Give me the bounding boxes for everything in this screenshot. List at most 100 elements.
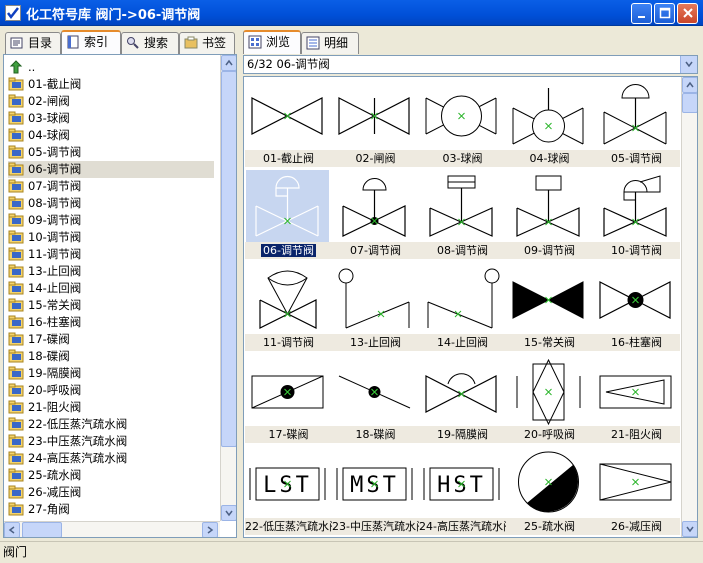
symbol-thumbnail[interactable]: 14-止回阀	[419, 262, 506, 352]
symbol-thumbnail[interactable]: 07-调节阀	[332, 170, 419, 260]
symbol-preview	[246, 354, 329, 426]
tab-search[interactable]: 搜索	[121, 32, 179, 54]
symbol-preview	[246, 78, 329, 150]
tree-item[interactable]: 21-阻火阀	[8, 399, 81, 416]
tree-item[interactable]: 20-呼吸阀	[8, 382, 81, 399]
tree-item[interactable]: 04-球阀	[8, 127, 70, 144]
tree-item-label: 15-常关阀	[28, 298, 82, 312]
symbol-thumbnail[interactable]: 21-阻火阀	[593, 354, 680, 444]
tab-index[interactable]: 索引	[61, 30, 121, 54]
tree-item[interactable]: 18-碟阀	[8, 348, 70, 365]
symbol-thumbnail[interactable]: 06-调节阀	[245, 170, 332, 260]
folder-doc-icon	[8, 451, 24, 465]
symbol-thumbnail[interactable]: MST 23-中压蒸汽疏水阀	[332, 446, 419, 536]
tree-item-parent[interactable]: ..	[8, 59, 35, 76]
search-icon	[127, 37, 139, 49]
symbol-select[interactable]: 6/32 06-调节阀	[243, 55, 698, 74]
symbol-thumbnail[interactable]: LST 22-低压蒸汽疏水阀	[245, 446, 332, 536]
tab-details[interactable]: 明细	[301, 32, 359, 54]
tree-item[interactable]: 17-碟阀	[8, 331, 70, 348]
scroll-up-button[interactable]	[221, 55, 236, 71]
symbol-preview	[420, 262, 503, 334]
symbol-thumbnail[interactable]: HST 24-高压蒸汽疏水阀	[419, 446, 506, 536]
tab-browse[interactable]: 浏览	[243, 30, 301, 54]
tree-item[interactable]: 24-高压蒸汽疏水阀	[8, 450, 127, 467]
grid-scroll-up-button[interactable]	[682, 77, 697, 93]
symbol-thumbnail[interactable]: 04-球阀	[506, 78, 593, 168]
tree-item[interactable]: 23-中压蒸汽疏水阀	[8, 433, 127, 450]
tab-contents[interactable]: 目录	[5, 32, 61, 54]
index-icon	[67, 35, 79, 49]
tree-item-label: 09-调节阀	[28, 213, 82, 227]
tree-item[interactable]: 07-调节阀	[8, 178, 81, 195]
tree-item[interactable]: 03-球阀	[8, 110, 70, 127]
symbol-thumbnail[interactable]: 20-呼吸阀	[506, 354, 593, 444]
symbol-text-mid: MST	[350, 473, 399, 498]
tree-item[interactable]: 26-减压阀	[8, 484, 81, 501]
scroll-left-button[interactable]	[4, 522, 20, 537]
index-tree[interactable]: .. 01-截止阀 02-闸阀 03-球阀 04-球阀 05-调节阀 06-调节阀 07-调节…	[3, 54, 237, 538]
chevron-down-icon[interactable]	[680, 56, 697, 73]
symbol-thumbnail[interactable]: 25-疏水阀	[506, 446, 593, 536]
close-button[interactable]	[677, 3, 698, 24]
symbol-thumbnail[interactable]: 15-常关阀	[506, 262, 593, 352]
tree-item[interactable]: 10-调节阀	[8, 229, 81, 246]
tree-item[interactable]: 27-角阀	[8, 501, 70, 518]
tab-bookmarks[interactable]: 书签	[179, 32, 235, 54]
tree-item[interactable]: 22-低压蒸汽疏水阀	[8, 416, 127, 433]
symbol-thumbnail[interactable]: 01-截止阀	[245, 78, 332, 168]
tree-item[interactable]: 16-柱塞阀	[8, 314, 81, 331]
symbol-thumbnail[interactable]: 26-减压阀	[593, 446, 680, 536]
tree-item[interactable]: 13-止回阀	[8, 263, 81, 280]
right-tabs: 浏览 明细	[241, 30, 700, 54]
symbol-caption: 08-调节阀	[419, 242, 506, 259]
tree-item-label: 24-高压蒸汽疏水阀	[28, 451, 128, 465]
scroll-down-button[interactable]	[221, 505, 236, 521]
symbol-preview	[594, 78, 677, 150]
tree-vertical-scrollbar[interactable]	[220, 55, 236, 521]
tree-item[interactable]: 05-调节阀	[8, 144, 81, 161]
tree-item[interactable]: 02-闸阀	[8, 93, 70, 110]
tree-item[interactable]: 25-疏水阀	[8, 467, 81, 484]
tree-horizontal-scrollbar[interactable]	[4, 521, 220, 537]
symbol-caption: 16-柱塞阀	[593, 334, 680, 351]
scroll-right-button[interactable]	[202, 522, 218, 537]
symbol-grid[interactable]: 01-截止阀 02-闸阀 03-球阀 04-球阀 05-调节阀 06-调节阀 07-调节阀 0…	[243, 76, 698, 538]
tree-item[interactable]: 08-调节阀	[8, 195, 81, 212]
minimize-button[interactable]	[631, 3, 652, 24]
grid-vertical-scrollbar[interactable]	[681, 77, 697, 537]
symbol-thumbnail[interactable]: 19-隔膜阀	[419, 354, 506, 444]
bookmark-icon	[184, 36, 198, 49]
symbol-thumbnail[interactable]: 09-调节阀	[506, 170, 593, 260]
scroll-thumb[interactable]	[221, 71, 236, 447]
maximize-button[interactable]	[654, 3, 675, 24]
folder-doc-icon	[8, 366, 24, 380]
folder-doc-icon	[8, 298, 24, 312]
symbol-thumbnail[interactable]: 18-碟阀	[332, 354, 419, 444]
symbol-thumbnail[interactable]: 08-调节阀	[419, 170, 506, 260]
grid-scroll-down-button[interactable]	[682, 521, 697, 537]
tree-item[interactable]: 14-止回阀	[8, 280, 81, 297]
symbol-thumbnail[interactable]: 05-调节阀	[593, 78, 680, 168]
tree-item[interactable]: 01-截止阀	[8, 76, 81, 93]
symbol-thumbnail[interactable]: 16-柱塞阀	[593, 262, 680, 352]
symbol-thumbnail[interactable]: 17-碟阀	[245, 354, 332, 444]
symbol-caption-label: 11-调节阀	[263, 336, 314, 349]
folder-doc-icon	[8, 247, 24, 261]
symbol-thumbnail[interactable]: 10-调节阀	[593, 170, 680, 260]
symbol-thumbnail[interactable]: 02-闸阀	[332, 78, 419, 168]
tree-item[interactable]: 15-常关阀	[8, 297, 81, 314]
symbol-preview	[333, 262, 416, 334]
symbol-thumbnail[interactable]: 03-球阀	[419, 78, 506, 168]
folder-doc-icon	[8, 179, 24, 193]
symbol-thumbnail[interactable]: 11-调节阀	[245, 262, 332, 352]
symbol-caption: 18-碟阀	[332, 426, 419, 443]
grid-scroll-thumb[interactable]	[682, 93, 697, 113]
h-scroll-thumb[interactable]	[22, 522, 62, 537]
symbol-thumbnail[interactable]: 13-止回阀	[332, 262, 419, 352]
symbol-caption: 05-调节阀	[593, 150, 680, 167]
tree-item[interactable]: 11-调节阀	[8, 246, 81, 263]
tree-item[interactable]: 19-隔膜阀	[8, 365, 81, 382]
tree-item[interactable]: 06-调节阀	[8, 161, 214, 178]
tree-item[interactable]: 09-调节阀	[8, 212, 81, 229]
